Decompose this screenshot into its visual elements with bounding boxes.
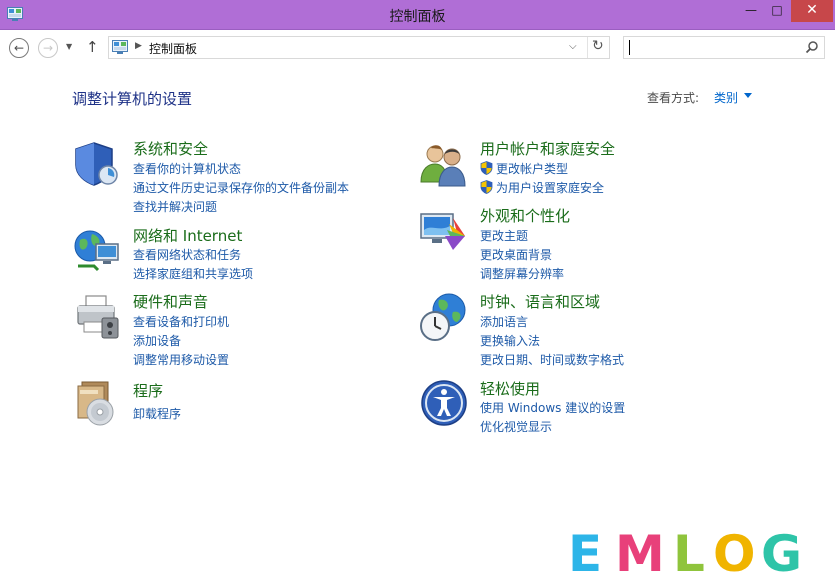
emlog-watermark-logo: E M L O G [543,520,835,588]
monitor-palette-icon[interactable] [419,206,469,256]
watermark-letter: E [568,525,603,583]
shield-security-icon[interactable] [72,139,122,189]
category-title[interactable]: 用户帐户和家庭安全 [480,138,615,159]
category-link[interactable]: 更改帐户类型 [480,160,568,177]
breadcrumb[interactable]: 控制面板 [149,40,197,57]
printer-speaker-icon[interactable] [72,292,122,342]
view-by-dropdown[interactable]: 类别 [714,89,738,106]
category-link[interactable]: 查看你的计算机状态 [133,160,241,177]
search-box[interactable] [623,36,825,59]
category-link[interactable]: 查看网络状态和任务 [133,246,241,263]
category-link[interactable]: 优化视觉显示 [480,418,552,435]
category-link[interactable]: 添加语言 [480,313,528,330]
address-divider [587,37,588,58]
watermark-letter: L [673,525,705,583]
uac-shield-icon [480,161,493,175]
refresh-icon: ↻ [592,38,604,54]
breadcrumb-separator-icon[interactable]: ▶ [135,41,142,51]
category-link[interactable]: 通过文件历史记录保存你的文件备份副本 [133,179,349,196]
text-caret [629,40,630,55]
page-title: 调整计算机的设置 [72,90,193,108]
watermark-letter: O [713,525,756,583]
ease-of-access-icon[interactable] [419,378,469,428]
window-title: 控制面板 [389,9,446,25]
maximize-button[interactable]: □ [764,0,790,22]
category-link[interactable]: 卸载程序 [133,405,181,422]
category-link-label: 更改帐户类型 [496,162,569,176]
category-title[interactable]: 系统和安全 [133,138,208,159]
network-globe-icon[interactable] [72,226,122,276]
category-link-label: 为用户设置家庭安全 [496,181,605,195]
users-icon[interactable] [419,138,469,188]
category-link[interactable]: 更改主题 [480,227,528,244]
back-button[interactable]: ← [9,38,29,58]
category-title[interactable]: 程序 [133,380,163,401]
category-link[interactable]: 为用户设置家庭安全 [480,179,604,196]
back-arrow-icon: ← [13,41,25,55]
category-link[interactable]: 更改日期、时间或数字格式 [480,351,624,368]
category-link[interactable]: 查看设备和打印机 [133,313,229,330]
category-link[interactable]: 调整常用移动设置 [133,351,229,368]
close-button[interactable]: ✕ [791,0,833,22]
forward-arrow-icon: → [42,41,54,55]
category-title[interactable]: 外观和个性化 [480,205,570,226]
clock-globe-icon[interactable] [419,292,469,342]
category-link[interactable]: 使用 Windows 建议的设置 [480,399,625,416]
minimize-button[interactable]: — [738,0,764,22]
category-title[interactable]: 时钟、语言和区域 [480,291,600,312]
category-link[interactable]: 选择家庭组和共享选项 [133,265,253,282]
view-by-label: 查看方式: [647,91,700,105]
category-title[interactable]: 轻松使用 [480,378,540,399]
navigation-bar: ← → ▼ ↑ ▶ 控制面板 ⌵ ↻ [0,31,835,65]
category-link[interactable]: 调整屏幕分辨率 [480,265,564,282]
category-link[interactable]: 添加设备 [133,332,181,349]
uac-shield-icon [480,180,493,194]
category-title[interactable]: 硬件和声音 [133,291,208,312]
search-input[interactable] [626,38,801,57]
watermark-letter: G [761,525,803,583]
category-link[interactable]: 查找并解决问题 [133,198,217,215]
address-bar[interactable]: ▶ 控制面板 ⌵ ↻ [108,36,610,59]
address-dropdown-button[interactable]: ⌵ [569,41,577,52]
category-link[interactable]: 更改桌面背景 [480,246,552,263]
control-panel-icon [112,40,128,54]
search-icon[interactable] [805,40,819,54]
up-arrow-icon: ↑ [86,38,99,56]
programs-disc-icon[interactable] [72,378,122,428]
category-title[interactable]: 网络和 Internet [133,225,242,246]
chevron-down-icon: ▼ [66,42,73,51]
forward-button[interactable]: → [38,38,58,58]
up-button[interactable]: ↑ [86,38,99,56]
watermark-letter: M [615,525,665,583]
chevron-down-icon[interactable] [744,93,752,98]
refresh-button[interactable]: ↻ [592,38,604,54]
recent-locations-button[interactable]: ▼ [66,42,72,51]
title-bar: 控制面板 — □ ✕ [0,0,835,30]
category-link[interactable]: 更换输入法 [480,332,540,349]
